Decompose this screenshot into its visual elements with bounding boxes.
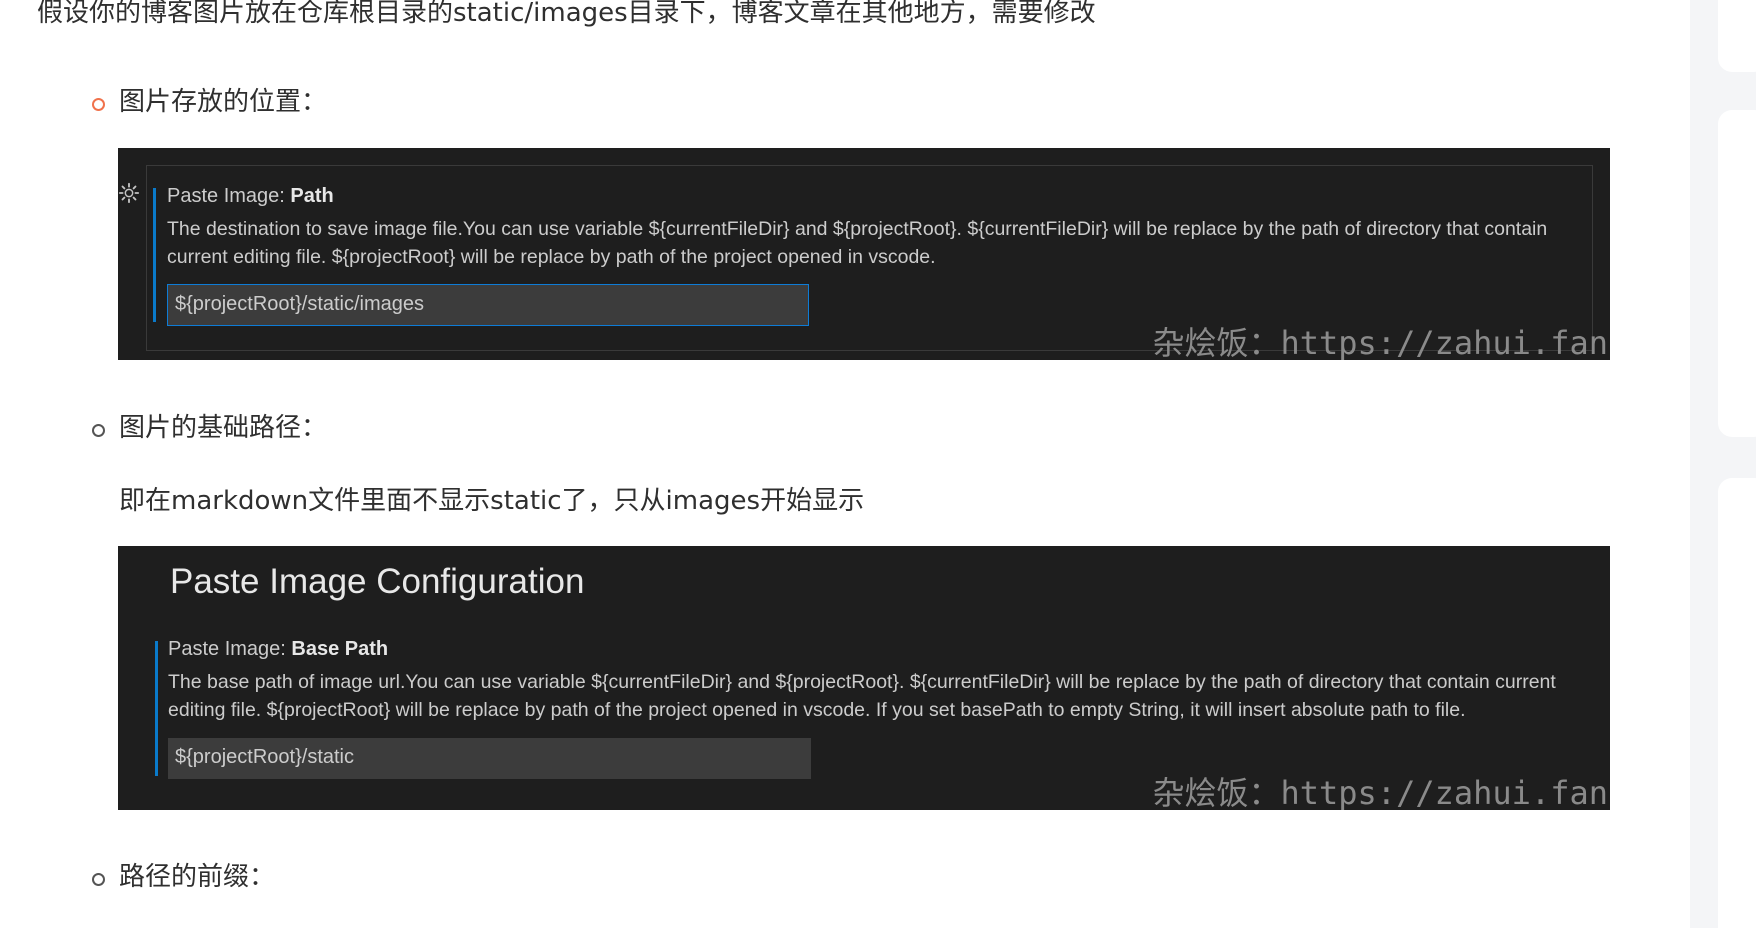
- list-item-base-path: 图片的基础路径：: [119, 413, 328, 443]
- setting-accent-bar: [155, 641, 158, 776]
- config-heading: Paste Image Configuration: [170, 562, 585, 601]
- gear-icon: [118, 182, 140, 204]
- list-item-image-location: 图片存放的位置：: [119, 87, 328, 117]
- sidebar-card: [1718, 478, 1756, 928]
- list-item-path-prefix: 路径的前缀：: [119, 862, 276, 892]
- list-bullet: [92, 873, 105, 886]
- intro-text: 假设你的博客图片放在仓库根目录的static/images目录下，博客文章在其他…: [37, 0, 1096, 28]
- list-bullet: [92, 98, 105, 111]
- article-content: 假设你的博客图片放在仓库根目录的static/images目录下，博客文章在其他…: [0, 0, 1690, 928]
- sidebar-card: [1718, 0, 1756, 72]
- setting-description: The destination to save image file.You c…: [167, 218, 1548, 268]
- base-path-setting-input: ${projectRoot}/static: [168, 738, 811, 779]
- setting-title: Paste Image: Base Path: [168, 638, 389, 660]
- settings-screenshot-path: Paste Image: Path The destination to sav…: [118, 148, 1610, 360]
- setting-accent-bar: [153, 188, 156, 322]
- watermark: 杂烩饭：https://zahui.fan: [1152, 774, 1608, 810]
- base-path-note: 即在markdown文件里面不显示static了，只从images开始显示: [119, 486, 865, 516]
- settings-screenshot-base-path: Paste Image Configuration Paste Image: B…: [118, 546, 1610, 810]
- path-setting-input: ${projectRoot}/static/images: [167, 284, 809, 326]
- setting-title: Paste Image: Path: [167, 185, 334, 207]
- list-bullet: [92, 424, 105, 437]
- watermark: 杂烩饭：https://zahui.fan: [1152, 324, 1608, 360]
- sidebar-card: [1718, 110, 1756, 437]
- setting-description: The base path of image url.You can use v…: [168, 671, 1556, 721]
